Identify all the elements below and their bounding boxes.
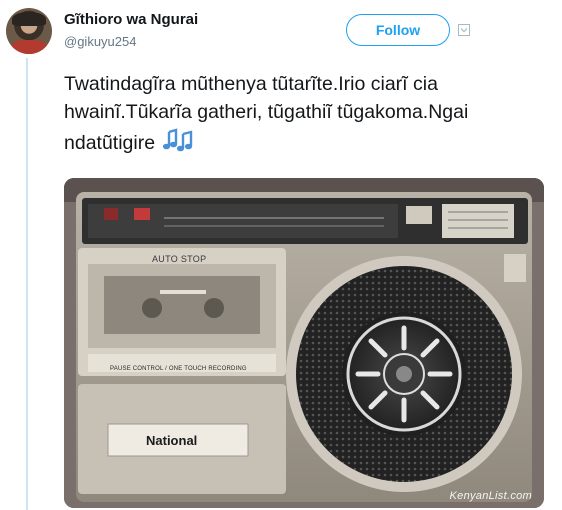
media-photo[interactable]: AUTO STOP PAUSE CONTROL / ONE TOUCH RECO… xyxy=(64,178,544,508)
music-notes-icon xyxy=(161,126,195,160)
avatar-shirt xyxy=(10,40,48,54)
user-handle[interactable]: @gikuyu254 xyxy=(64,34,136,49)
auto-stop-label: AUTO STOP xyxy=(152,254,207,264)
pause-control-label: PAUSE CONTROL / ONE TOUCH RECORDING xyxy=(110,366,247,372)
thread-line xyxy=(26,58,28,510)
tweet-text: Twatindagĩra mũthenya tũtarĩte.Irio ciar… xyxy=(64,73,469,154)
avatar-hat xyxy=(12,12,46,26)
avatar[interactable] xyxy=(6,8,52,54)
chevron-down-icon[interactable] xyxy=(458,24,470,36)
follow-button[interactable]: Follow xyxy=(346,14,450,46)
user-display-name[interactable]: Gĩthioro wa Ngurai xyxy=(64,11,198,28)
watermark: KenyanList.com xyxy=(449,490,532,502)
brand-label: National xyxy=(146,433,198,448)
tweet-text-container: Twatindagĩra mũthenya tũtarĩte.Irio ciar… xyxy=(64,70,534,160)
radio-cassette-photo xyxy=(64,178,544,508)
